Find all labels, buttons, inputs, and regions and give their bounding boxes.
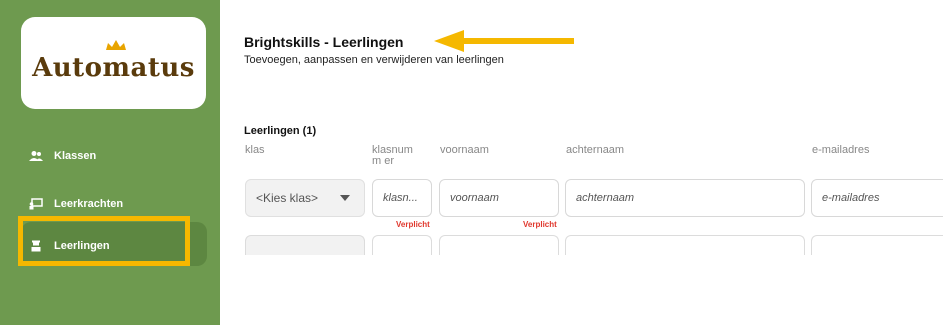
page-subtitle: Toevoegen, aanpassen en verwijderen van … [244, 54, 504, 66]
sidebar-item-klassen[interactable]: Klassen [28, 144, 96, 168]
teacher-board-icon [28, 197, 44, 211]
column-header-klasnummer: klasnumm er [372, 144, 413, 167]
sidebar: Automatus Klassen Leerkrachten Leerlinge… [0, 0, 220, 325]
chevron-down-icon [340, 195, 350, 201]
email-field-row2[interactable] [811, 235, 943, 255]
voornaam-field-row2[interactable] [439, 235, 559, 255]
section-title: Leerlingen (1) [244, 125, 317, 137]
logo[interactable]: Automatus [21, 17, 206, 109]
class-select-value: <Kies klas> [256, 191, 319, 205]
class-select-row2[interactable] [245, 235, 365, 255]
users-icon [28, 149, 44, 163]
email-placeholder: e-mailadres [822, 192, 880, 204]
voornaam-placeholder: voornaam [450, 192, 499, 204]
crown-icon [106, 40, 126, 50]
achternaam-field[interactable]: achternaam [565, 179, 805, 217]
voornaam-field[interactable]: voornaam [439, 179, 559, 217]
column-header-voornaam: voornaam [440, 144, 489, 156]
achternaam-field-row2[interactable] [565, 235, 805, 255]
annotation-arrow-icon [434, 30, 574, 52]
required-label-klasnummer: Verplicht [396, 220, 430, 229]
klasnummer-field[interactable]: klasn... [372, 179, 432, 217]
logo-text: Automatus [32, 53, 195, 83]
klasnummer-placeholder: klasn... [383, 192, 418, 204]
column-header-email: e-mailadres [812, 144, 870, 156]
sidebar-item-label: Klassen [54, 150, 97, 162]
klasnummer-field-row2[interactable] [372, 235, 432, 255]
achternaam-placeholder: achternaam [576, 192, 635, 204]
column-header-klas: klas [245, 144, 265, 156]
sidebar-item-leerkrachten[interactable]: Leerkrachten [28, 192, 123, 216]
class-select[interactable]: <Kies klas> [245, 179, 365, 217]
email-field[interactable]: e-mailadres [811, 179, 943, 217]
sidebar-item-label: Leerkrachten [54, 198, 124, 210]
page-title: Brightskills - Leerlingen [244, 34, 404, 50]
annotation-highlight-box [18, 216, 190, 266]
column-header-achternaam: achternaam [566, 144, 625, 156]
required-label-voornaam: Verplicht [523, 220, 557, 229]
